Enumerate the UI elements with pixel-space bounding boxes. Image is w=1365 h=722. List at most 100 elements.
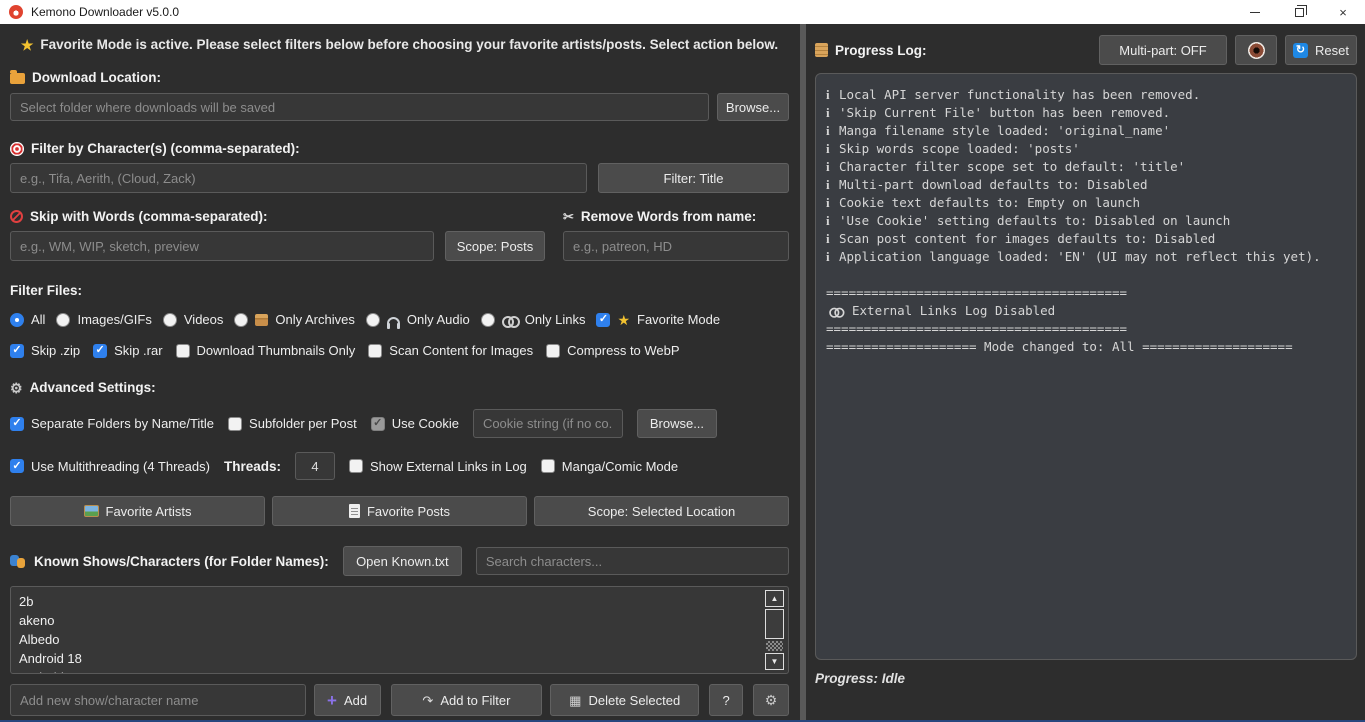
character-filter-label: Filter by Character(s) (comma-separated)… — [10, 141, 789, 156]
search-characters-input[interactable] — [476, 547, 789, 575]
folder-icon — [10, 73, 25, 84]
browse-cookie-button[interactable]: Browse... — [637, 409, 717, 438]
reset-button[interactable]: ↻ Reset — [1285, 35, 1357, 65]
checkbox-icon: ✓ — [93, 344, 107, 358]
info-icon: i — [826, 194, 833, 212]
skip-words-input[interactable] — [10, 231, 434, 261]
checkbox-icon: ✓ — [228, 417, 242, 431]
checkbox-scan-content[interactable]: ✓ Scan Content for Images — [368, 343, 533, 358]
scrollbar-track[interactable] — [766, 641, 783, 651]
log-pane: Progress Log: Multi-part: OFF ↻ Reset iL… — [807, 24, 1365, 720]
character-filter-input[interactable] — [10, 163, 587, 193]
eye-button[interactable] — [1235, 35, 1277, 65]
checkbox-skip-rar[interactable]: ✓ Skip .rar — [93, 343, 162, 358]
list-item[interactable]: Android 21 — [19, 668, 788, 674]
minimize-button[interactable] — [1233, 0, 1277, 24]
remove-words-input[interactable] — [563, 231, 789, 261]
checkbox-icon: ✓ — [10, 344, 24, 358]
scope-location-button[interactable]: Scope: Selected Location — [534, 496, 789, 526]
list-scrollbar[interactable]: ▲ ▼ — [765, 590, 784, 670]
browse-download-button[interactable]: Browse... — [717, 93, 789, 121]
list-item[interactable]: 2b — [19, 592, 788, 611]
checkbox-separate-folders[interactable]: ✓ Separate Folders by Name/Title — [10, 416, 214, 431]
scroll-down-button[interactable]: ▼ — [765, 653, 784, 670]
checkbox-icon: ✓ — [349, 459, 363, 473]
archive-icon — [255, 314, 268, 326]
cookie-string-input[interactable] — [473, 409, 623, 438]
filter-files-label: Filter Files: — [10, 283, 789, 298]
info-icon: i — [826, 122, 833, 140]
plus-icon: + — [327, 692, 337, 709]
scroll-down-icon: ▼ — [771, 657, 779, 666]
pane-splitter[interactable] — [800, 24, 806, 720]
add-button[interactable]: + Add — [314, 684, 381, 716]
favorite-posts-button[interactable]: Favorite Posts — [272, 496, 527, 526]
log-line: iManga filename style loaded: 'original_… — [826, 122, 1346, 140]
radio-only-links[interactable]: Only Links — [481, 312, 586, 327]
list-item[interactable]: akeno — [19, 611, 788, 630]
radio-only-audio[interactable]: Only Audio — [366, 312, 470, 327]
checkbox-icon: ✓ — [10, 417, 24, 431]
scroll-up-button[interactable]: ▲ — [765, 590, 784, 607]
open-known-txt-button[interactable]: Open Known.txt — [343, 546, 462, 576]
radio-icon — [10, 313, 24, 327]
radio-images-gifs[interactable]: Images/GIFs — [56, 312, 151, 327]
progress-log-output[interactable]: iLocal API server functionality has been… — [815, 73, 1357, 660]
checkbox-icon: ✓ — [596, 313, 610, 327]
checkbox-manga-mode[interactable]: ✓ Manga/Comic Mode — [541, 459, 678, 474]
checkbox-multithreading[interactable]: ✓ Use Multithreading (4 Threads) — [10, 459, 210, 474]
close-button[interactable]: × — [1321, 0, 1365, 24]
radio-icon — [56, 313, 70, 327]
checkbox-subfolder-per-post[interactable]: ✓ Subfolder per Post — [228, 416, 357, 431]
checkbox-skip-zip[interactable]: ✓ Skip .zip — [10, 343, 80, 358]
list-item[interactable]: Albedo — [19, 630, 788, 649]
help-button[interactable]: ? — [709, 684, 743, 716]
radio-only-archives[interactable]: Only Archives — [234, 312, 354, 327]
list-item[interactable]: Android 18 — [19, 649, 788, 668]
app-logo-icon — [9, 5, 23, 19]
checkbox-favorite-mode[interactable]: ✓ ★ Favorite Mode — [596, 312, 720, 327]
download-location-input[interactable] — [10, 93, 709, 121]
settings-button[interactable]: ⚙ — [753, 684, 789, 716]
app-window: Kemono Downloader v5.0.0 × ★ Favorite Mo… — [0, 0, 1365, 722]
add-to-filter-button[interactable]: ↷ Add to Filter — [391, 684, 543, 716]
filter-scope-button[interactable]: Filter: Title — [598, 163, 789, 193]
reset-icon: ↻ — [1293, 43, 1308, 58]
threads-label: Threads: — [224, 459, 281, 474]
favorite-artists-button[interactable]: Favorite Artists — [10, 496, 265, 526]
info-icon: i — [826, 140, 833, 158]
radio-all[interactable]: All — [10, 312, 45, 327]
checkbox-use-cookie[interactable]: ✓ Use Cookie — [371, 416, 459, 431]
check-icon: ✓ — [599, 314, 608, 325]
document-icon — [349, 504, 360, 518]
settings-pane: ★ Favorite Mode is active. Please select… — [0, 24, 799, 720]
scrollbar-thumb[interactable] — [765, 609, 784, 639]
threads-input[interactable] — [295, 452, 335, 480]
log-line: i'Skip Current File' button has been rem… — [826, 104, 1346, 122]
checkbox-show-external-links[interactable]: ✓ Show External Links in Log — [349, 459, 527, 474]
checkbox-thumbnails-only[interactable]: ✓ Download Thumbnails Only — [176, 343, 356, 358]
info-icon: i — [826, 248, 833, 266]
checkbox-compress-webp[interactable]: ✓ Compress to WebP — [546, 343, 679, 358]
info-icon: i — [826, 86, 833, 104]
titlebar: Kemono Downloader v5.0.0 × — [0, 0, 1365, 24]
log-line: External Links Log Disabled — [826, 302, 1346, 320]
delete-selected-button[interactable]: ▦ Delete Selected — [550, 684, 699, 716]
radio-icon — [163, 313, 177, 327]
restore-button[interactable] — [1277, 0, 1321, 24]
add-character-input[interactable] — [10, 684, 306, 716]
log-separator: ======================================== — [826, 320, 1346, 338]
known-characters-list[interactable]: 2b akeno Albedo Android 18 Android 21 ▲ … — [10, 586, 789, 674]
banner-text: Favorite Mode is active. Please select f… — [40, 37, 778, 52]
radio-icon — [366, 313, 380, 327]
scroll-up-icon: ▲ — [771, 594, 779, 603]
picture-icon — [84, 505, 99, 517]
multipart-toggle-button[interactable]: Multi-part: OFF — [1099, 35, 1227, 65]
star-icon: ★ — [617, 313, 630, 327]
radio-videos[interactable]: Videos — [163, 312, 224, 327]
remove-words-label: ✂ Remove Words from name: — [563, 209, 789, 224]
scissors-icon: ✂ — [563, 210, 574, 223]
checkbox-icon: ✓ — [10, 459, 24, 473]
skip-scope-button[interactable]: Scope: Posts — [445, 231, 545, 261]
log-line: iSkip words scope loaded: 'posts' — [826, 140, 1346, 158]
